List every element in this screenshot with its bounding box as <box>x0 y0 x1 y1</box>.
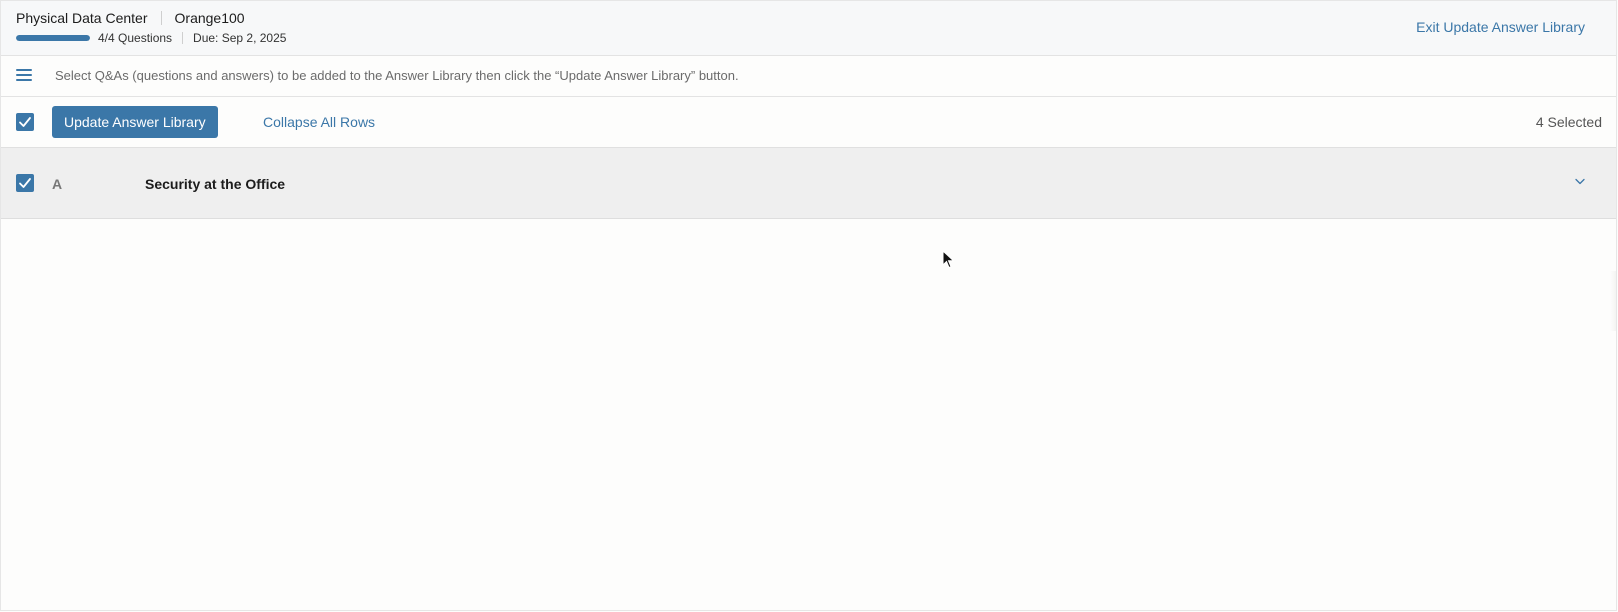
progress-bar-fill <box>16 35 90 41</box>
subtitle-divider <box>182 32 184 44</box>
due-date: Due: Sep 2, 2025 <box>193 31 287 45</box>
checkmark-icon <box>19 178 31 188</box>
progress-bar <box>16 35 90 41</box>
edge-shadow <box>1610 271 1616 331</box>
instruction-bar: Select Q&As (questions and answers) to b… <box>1 56 1616 97</box>
mouse-pointer-icon <box>942 250 955 269</box>
action-toolbar: Update Answer Library Collapse All Rows … <box>1 97 1616 148</box>
title-divider <box>160 11 162 25</box>
checkmark-icon <box>19 117 31 127</box>
app-window: Physical Data Center Orange100 4/4 Quest… <box>0 0 1617 611</box>
collapse-all-rows-button[interactable]: Collapse All Rows <box>263 114 375 130</box>
select-all-checkbox[interactable] <box>16 113 34 131</box>
org-name: Orange100 <box>174 10 245 26</box>
exit-update-answer-library-link[interactable]: Exit Update Answer Library <box>1416 19 1585 35</box>
section-letter: A <box>52 176 63 192</box>
page-header: Physical Data Center Orange100 4/4 Quest… <box>1 1 1616 56</box>
selected-count: 4 Selected <box>1535 114 1602 130</box>
section-title: Security at the Office <box>145 176 286 192</box>
chevron-down-icon[interactable] <box>1575 178 1585 185</box>
update-answer-library-button[interactable]: Update Answer Library <box>52 106 218 138</box>
questions-count: 4/4 Questions <box>98 31 173 45</box>
hamburger-menu-icon[interactable] <box>16 69 32 81</box>
section-row[interactable]: A Security at the Office <box>1 148 1616 219</box>
header-subtitle-row: 4/4 Questions Due: Sep 2, 2025 <box>16 31 286 45</box>
section-checkbox[interactable] <box>16 174 34 192</box>
project-name: Physical Data Center <box>16 10 148 26</box>
instruction-text: Select Q&As (questions and answers) to b… <box>55 68 739 83</box>
header-title-row: Physical Data Center Orange100 <box>16 10 245 26</box>
